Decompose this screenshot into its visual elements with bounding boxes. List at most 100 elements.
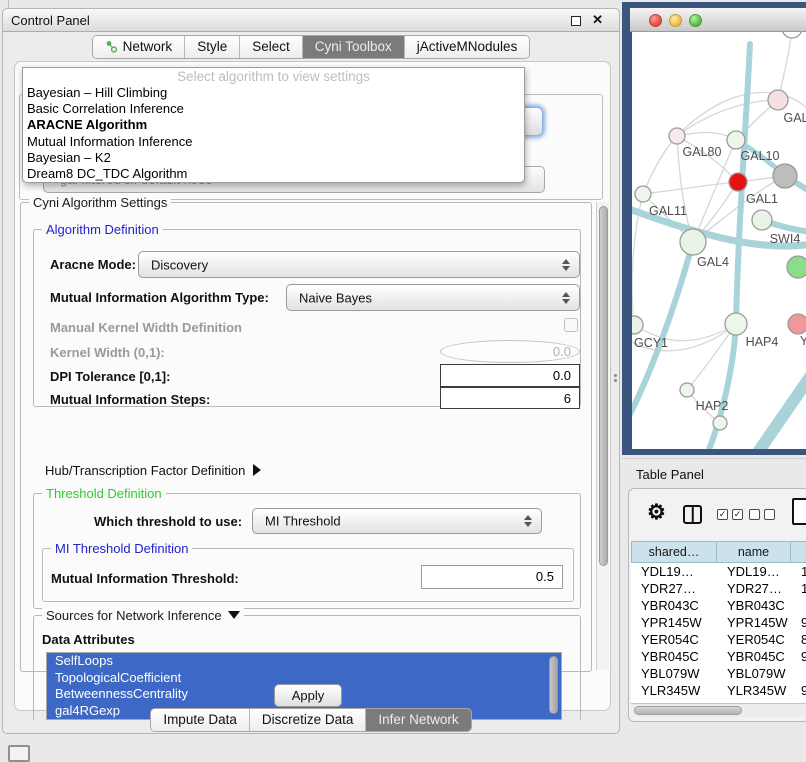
network-node[interactable] <box>680 383 694 397</box>
network-node[interactable] <box>768 90 788 110</box>
table-cell[interactable] <box>791 665 806 682</box>
dropdown-item[interactable]: Bayesian – K2 <box>23 150 524 166</box>
network-node[interactable] <box>729 173 747 191</box>
network-node[interactable] <box>752 210 772 230</box>
table-hscrollbar-thumb[interactable] <box>634 706 742 715</box>
network-node[interactable] <box>787 256 806 278</box>
dpi-tolerance-field[interactable]: 0.0 <box>440 364 580 387</box>
table-cell[interactable]: YBR045C <box>631 648 717 665</box>
table-cell[interactable]: YDR27… <box>717 580 791 597</box>
table-cell[interactable]: 9. <box>791 682 806 699</box>
table-cell[interactable]: YLR345W <box>717 682 791 699</box>
table-cell[interactable]: YBR045C <box>717 648 791 665</box>
tab-discretize-data[interactable]: Discretize Data <box>250 709 367 731</box>
table-cell[interactable]: 13 <box>791 563 806 580</box>
table-cell[interactable]: 8. <box>791 631 806 648</box>
split-columns-icon[interactable] <box>683 505 702 524</box>
gear-icon[interactable]: ⚙ <box>647 500 666 525</box>
network-node[interactable] <box>725 313 747 335</box>
network-node[interactable] <box>773 164 797 188</box>
select-all-columns-icon[interactable]: ✓✓ <box>717 509 743 520</box>
network-node[interactable] <box>680 229 706 255</box>
list-item[interactable]: SelfLoops <box>47 653 561 670</box>
table-cell[interactable]: YER054C <box>631 631 717 648</box>
table-cell[interactable]: YDL19… <box>631 563 717 580</box>
table-cell[interactable]: YPR145W <box>631 614 717 631</box>
table-cell[interactable]: YBR043C <box>631 597 717 614</box>
kernel-width-field[interactable]: 0.0 <box>440 340 580 363</box>
float-window-icon[interactable] <box>571 16 581 26</box>
network-node[interactable] <box>788 314 806 334</box>
settings-scrollbar-thumb[interactable] <box>599 206 608 566</box>
network-edge[interactable] <box>708 44 750 449</box>
minimize-traffic-light[interactable] <box>669 14 682 27</box>
network-node[interactable] <box>632 316 643 334</box>
table-cell[interactable]: YDL19… <box>717 563 791 580</box>
table-row[interactable]: YBR043CYBR043C <box>631 597 806 614</box>
column-header[interactable]: shared… <box>631 541 717 563</box>
close-icon[interactable]: ✕ <box>592 12 603 28</box>
network-window-titlebar[interactable] <box>630 8 806 32</box>
network-edge[interactable] <box>754 374 806 449</box>
list-scrollbar-thumb[interactable] <box>549 656 558 714</box>
table-cell[interactable] <box>791 597 806 614</box>
table-cell[interactable]: 9. <box>791 648 806 665</box>
table-cell[interactable]: YDR27… <box>631 580 717 597</box>
dropdown-item[interactable]: Bayesian – Hill Climbing <box>23 85 524 101</box>
table-row[interactable]: YDR27…YDR27…12 <box>631 580 806 597</box>
table-hscrollbar[interactable] <box>631 703 806 717</box>
network-canvas[interactable]: GALGAL80GAL10GAL1GAL11GAL4SWI4GCY1HAP4YH… <box>632 32 806 449</box>
table-row[interactable]: YPR145WYPR145W9. <box>631 614 806 631</box>
network-node[interactable] <box>713 416 727 430</box>
column-header[interactable]: name <box>717 541 791 563</box>
table-cell[interactable]: YBL079W <box>631 665 717 682</box>
splitpane-grip[interactable] <box>612 372 619 385</box>
network-node[interactable] <box>727 131 745 149</box>
sources-group-title[interactable]: Sources for Network Inference <box>42 608 244 623</box>
tab-impute-data[interactable]: Impute Data <box>151 709 250 731</box>
zoom-traffic-light[interactable] <box>689 14 702 27</box>
table-cell[interactable]: YBL079W <box>717 665 791 682</box>
dropdown-item[interactable]: Basic Correlation Inference <box>23 101 524 117</box>
hub-definition-toggle[interactable]: Hub/Transcription Factor Definition <box>45 463 261 478</box>
which-threshold-combobox[interactable]: MI Threshold <box>252 508 542 534</box>
table-row[interactable]: YBL079WYBL079W <box>631 665 806 682</box>
mi-type-combobox[interactable]: Naive Bayes <box>286 284 580 311</box>
node-table[interactable]: shared… name A YDL19…YDL19…13YDR27…YDR27… <box>631 541 806 703</box>
network-node[interactable] <box>635 186 651 202</box>
minimized-panel-icon[interactable] <box>8 745 30 762</box>
table-cell[interactable]: YBR043C <box>717 597 791 614</box>
tab-infer-network[interactable]: Infer Network <box>366 709 470 731</box>
tab-network[interactable]: Network <box>93 36 186 58</box>
network-node[interactable] <box>669 128 685 144</box>
table-cell[interactable]: YER054C <box>717 631 791 648</box>
tab-cyni-toolbox[interactable]: Cyni Toolbox <box>303 36 405 58</box>
deselect-all-columns-icon[interactable] <box>749 509 775 520</box>
close-traffic-light[interactable] <box>649 14 662 27</box>
table-row[interactable]: YER054CYER054C8. <box>631 631 806 648</box>
tab-jactivemnodules[interactable]: jActiveMNodules <box>405 36 530 58</box>
table-cell[interactable]: 12 <box>791 580 806 597</box>
column-header[interactable]: A <box>791 541 806 563</box>
table-row[interactable]: YDL19…YDL19…13 <box>631 563 806 580</box>
network-node[interactable] <box>782 32 802 38</box>
new-table-icon[interactable] <box>792 498 806 525</box>
table-row[interactable]: YLR345WYLR345W9. <box>631 682 806 699</box>
tab-select[interactable]: Select <box>240 36 303 58</box>
dropdown-item-selected[interactable]: ARACNE Algorithm <box>23 117 524 133</box>
network-edge[interactable] <box>643 182 738 194</box>
dropdown-item[interactable]: Dream8 DC_TDC Algorithm <box>23 166 524 182</box>
network-edge[interactable] <box>643 136 677 194</box>
apply-button[interactable]: Apply <box>274 684 342 707</box>
network-edge[interactable] <box>677 100 778 136</box>
mi-steps-field[interactable]: 6 <box>440 387 580 409</box>
table-cell[interactable]: YLR345W <box>631 682 717 699</box>
aracne-mode-combobox[interactable]: Discovery <box>138 251 580 278</box>
dropdown-item[interactable]: Mutual Information Inference <box>23 134 524 150</box>
table-cell[interactable]: YPR145W <box>717 614 791 631</box>
table-cell[interactable]: 9. <box>791 614 806 631</box>
mi-threshold-field[interactable]: 0.5 <box>421 565 563 589</box>
manual-kernel-checkbox[interactable] <box>564 318 578 332</box>
settings-scrollbar[interactable] <box>596 202 609 670</box>
table-row[interactable]: YBR045CYBR045C9. <box>631 648 806 665</box>
